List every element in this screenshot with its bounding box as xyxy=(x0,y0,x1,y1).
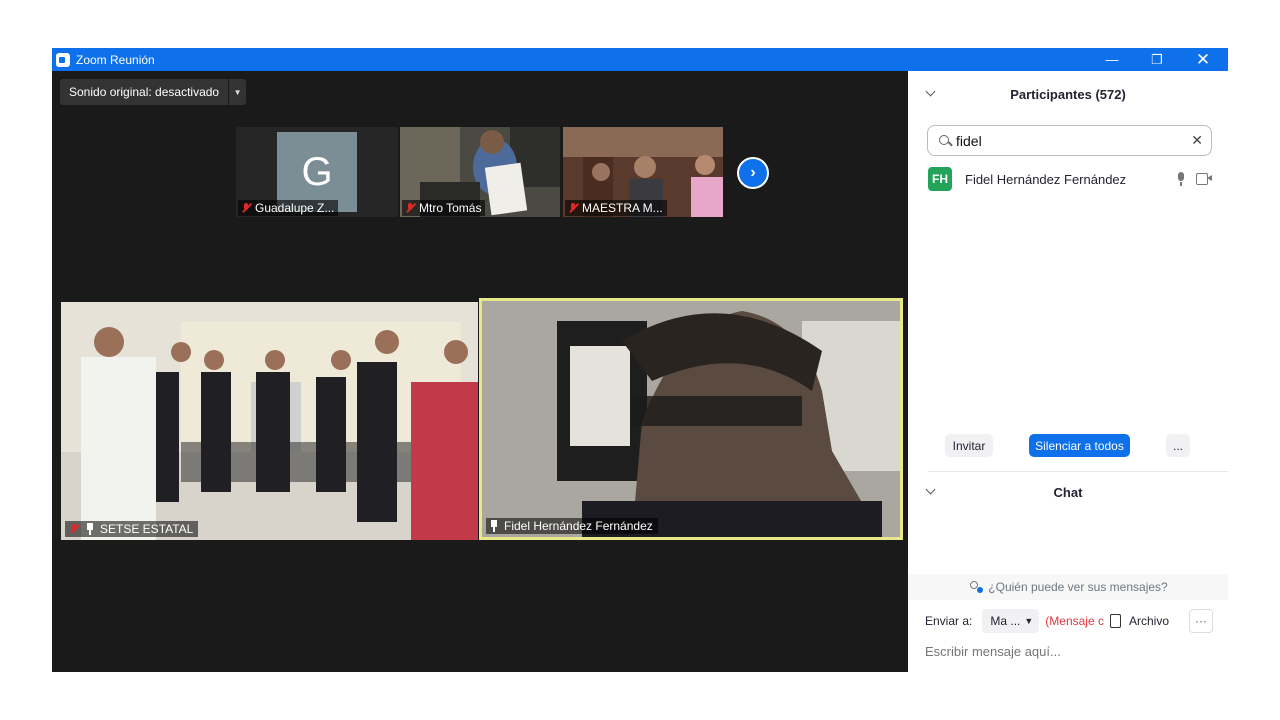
thumbnail-video[interactable]: G Guadalupe Z... xyxy=(236,127,398,217)
side-panel: Participantes (572) ✕ FH Fidel Hernández… xyxy=(908,71,1228,672)
mic-muted-icon xyxy=(404,202,416,214)
active-speaker-video[interactable]: Fidel Hernández Fernández xyxy=(479,298,903,540)
recipient-value: Ma ... xyxy=(990,614,1021,628)
video-camera-icon xyxy=(1196,173,1212,185)
chat-header: Chat xyxy=(1053,484,1083,500)
person-info-icon xyxy=(968,581,984,593)
divider xyxy=(928,471,1228,472)
participant-search[interactable]: ✕ xyxy=(927,125,1212,156)
thumbnail-video[interactable]: MAESTRA M... xyxy=(563,127,723,217)
pin-icon xyxy=(489,520,499,532)
participant-name-tag: Fidel Hernández Fernández xyxy=(486,518,658,534)
search-icon xyxy=(938,134,952,148)
participants-header: Participantes (572) xyxy=(1010,86,1126,102)
zoom-logo-icon xyxy=(56,52,70,67)
avatar: FH xyxy=(928,167,952,191)
participant-name: Fidel Hernández Fernández xyxy=(504,519,653,533)
clear-icon[interactable]: ✕ xyxy=(1191,132,1203,149)
mic-muted-icon xyxy=(240,202,252,214)
mic-muted-icon xyxy=(68,523,80,535)
participant-name: Mtro Tomás xyxy=(419,201,482,215)
participant-name-tag: Guadalupe Z... xyxy=(238,200,339,216)
chat-message-input[interactable] xyxy=(925,641,1215,661)
chevron-down-icon[interactable]: ▼ xyxy=(228,79,246,105)
main-video-tile[interactable]: SETSE ESTATAL xyxy=(61,302,478,540)
chat-more-button[interactable]: ··· xyxy=(1189,609,1213,633)
who-can-see-messages[interactable]: ¿Quién puede ver sus mensajes? xyxy=(908,574,1228,600)
participant-name: MAESTRA M... xyxy=(582,201,663,215)
send-to-label: Enviar a: xyxy=(925,614,973,628)
next-page-button[interactable]: › xyxy=(737,157,769,189)
recipient-select[interactable]: Ma ... ▼ xyxy=(982,609,1040,633)
participant-name-tag: SETSE ESTATAL xyxy=(65,521,199,537)
microphone-icon xyxy=(1176,172,1186,186)
more-options-button[interactable]: ... xyxy=(1166,434,1190,457)
participant-name: SETSE ESTATAL xyxy=(100,522,194,536)
original-sound-label: Sonido original: desactivado xyxy=(69,85,220,99)
title-bar: Zoom Reunión — ❐ ✕ xyxy=(52,48,1228,71)
chevron-down-icon: ▼ xyxy=(1024,616,1034,626)
thumbnail-video[interactable]: Mtro Tomás xyxy=(400,127,560,217)
participant-name: Fidel Hernández Fernández xyxy=(965,171,1127,187)
participant-name-tag: Mtro Tomás xyxy=(402,200,486,216)
private-message-label: (Mensaje c xyxy=(1045,614,1104,628)
invite-button[interactable]: Invitar xyxy=(945,434,993,457)
file-button[interactable]: Archivo xyxy=(1129,614,1169,628)
participant-name-tag: MAESTRA M... xyxy=(565,200,667,216)
close-button[interactable]: ✕ xyxy=(1180,48,1226,71)
participant-name: Guadalupe Z... xyxy=(255,201,335,215)
video-frame xyxy=(61,302,478,540)
mic-muted-icon xyxy=(567,202,579,214)
who-can-see-label: ¿Quién puede ver sus mensajes? xyxy=(988,580,1168,594)
mute-all-button[interactable]: Silenciar a todos xyxy=(1029,434,1130,457)
video-area: Sonido original: desactivado ▼ G Guadalu… xyxy=(52,71,908,672)
search-input[interactable] xyxy=(956,132,1176,149)
original-sound-button[interactable]: Sonido original: desactivado ▼ xyxy=(60,79,247,105)
file-icon[interactable] xyxy=(1109,614,1121,628)
video-frame xyxy=(482,301,900,537)
send-to-row: Enviar a: Ma ... ▼ (Mensaje c Archivo xyxy=(925,607,1215,635)
window-title: Zoom Reunión xyxy=(76,52,155,67)
restore-button[interactable]: ❐ xyxy=(1134,48,1180,71)
participant-row[interactable]: FH Fidel Hernández Fernández xyxy=(928,167,1218,191)
zoom-window: Zoom Reunión — ❐ ✕ Sonido original: desa… xyxy=(52,48,1228,672)
minimize-button[interactable]: — xyxy=(1089,48,1135,71)
pin-icon xyxy=(85,523,95,535)
